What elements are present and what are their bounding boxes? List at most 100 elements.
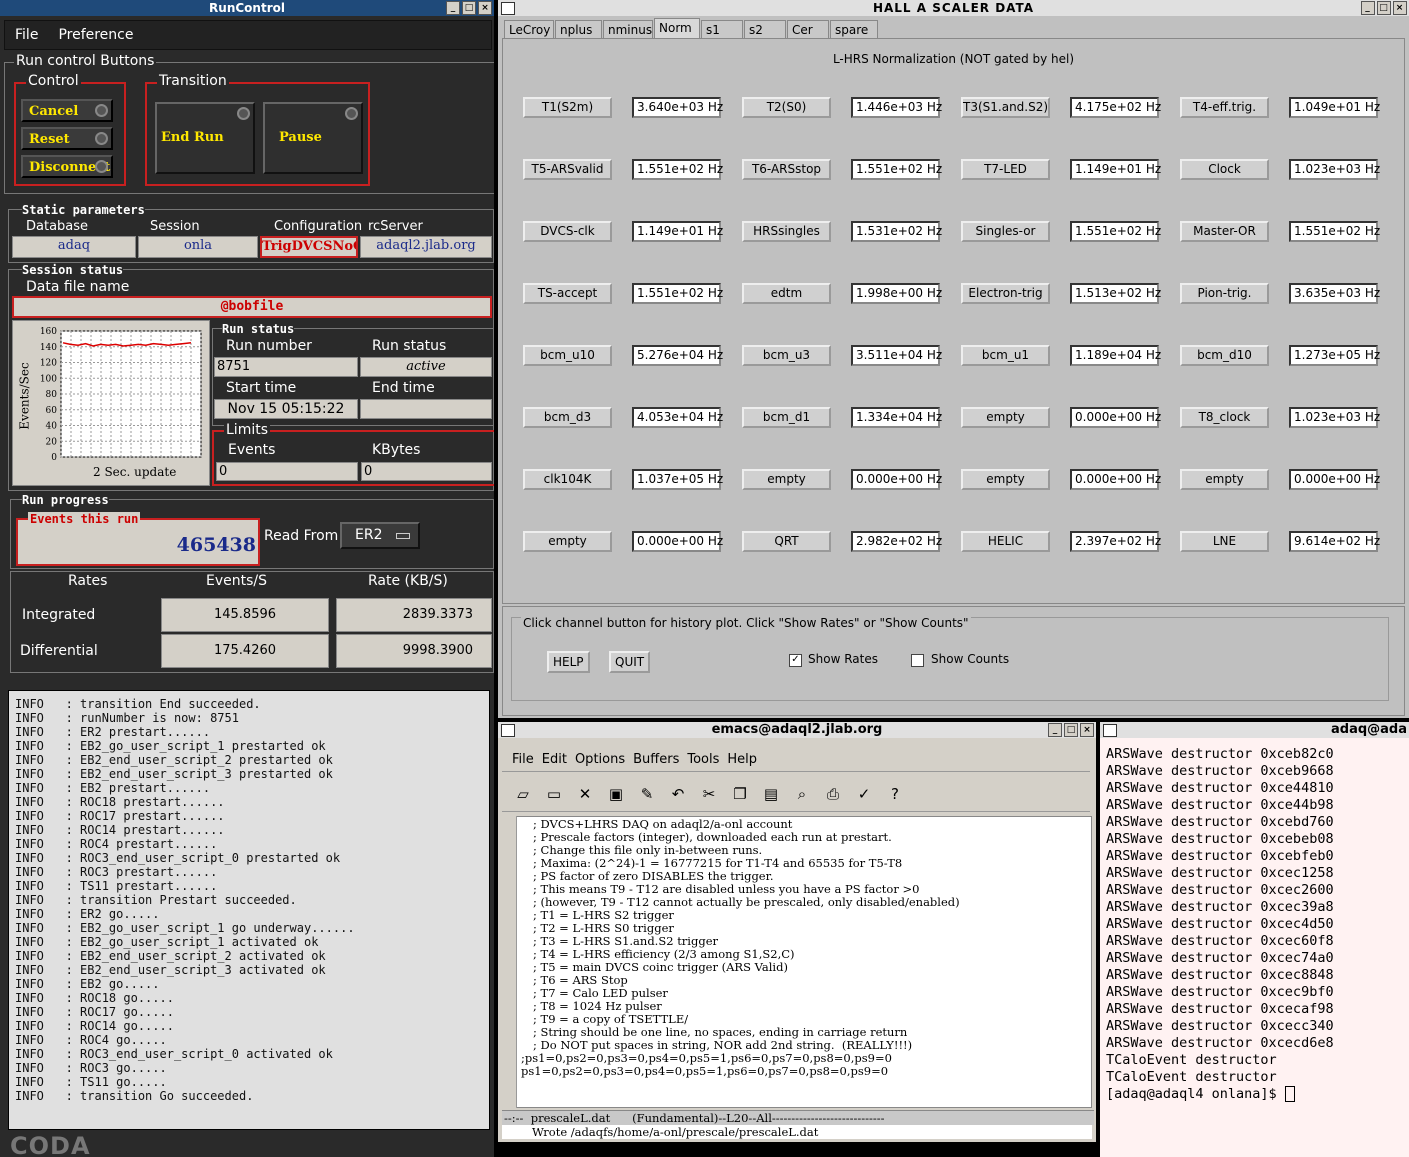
minimize-button[interactable]: _ — [446, 1, 460, 15]
open-folder-icon[interactable]: ▭ — [543, 783, 565, 805]
save-as-icon[interactable]: ✎ — [636, 783, 658, 805]
close-button[interactable]: × — [1393, 1, 1407, 15]
cancel-button[interactable]: Cancel — [21, 99, 113, 122]
channel-button[interactable]: T4-eff.trig. — [1180, 97, 1269, 118]
log-line: INFO : EB2_end_user_script_3 activated o… — [15, 963, 326, 977]
channel-button[interactable]: bcm_d1 — [742, 407, 831, 428]
channel-button[interactable]: LNE — [1180, 531, 1269, 552]
emacs-buffer[interactable]: ; DVCS+LHRS DAQ on adaql2/a-onl account;… — [502, 816, 1092, 1108]
runcontrol-titlebar[interactable]: RunControl _ □ × — [0, 0, 494, 16]
read-from-select[interactable]: ER2 — [340, 522, 420, 549]
channel-button[interactable]: empty — [961, 469, 1050, 490]
pause-button[interactable]: Pause — [263, 102, 363, 174]
menu-file[interactable]: File — [512, 752, 534, 767]
maximize-button[interactable]: □ — [1377, 1, 1391, 15]
log-line: INFO : ROC17 go..... — [15, 1005, 174, 1019]
search-icon[interactable]: ⌕ — [791, 783, 813, 805]
channel-button[interactable]: T3(S1.and.S2) — [961, 97, 1050, 118]
help-button[interactable]: HELP — [547, 651, 590, 673]
channel-button[interactable]: empty — [961, 407, 1050, 428]
tab-s2[interactable]: s2 — [744, 20, 786, 38]
emacs-title: emacs@adaql2.jlab.org — [711, 722, 883, 737]
channel-button[interactable]: Pion-trig. — [1180, 283, 1269, 304]
channel-button[interactable]: HRSsingles — [742, 221, 831, 242]
xterm-titlebar[interactable]: adaq@ada — [1100, 722, 1409, 738]
emacs-titlebar[interactable]: emacs@adaql2.jlab.org _ □ × — [498, 722, 1096, 738]
channel-button[interactable]: T6-ARSstop — [742, 159, 831, 180]
menu-buffers[interactable]: Buffers — [633, 752, 679, 767]
window-menu-icon[interactable] — [501, 2, 515, 15]
channel-button[interactable]: bcm_d10 — [1180, 345, 1269, 366]
channel-button[interactable]: bcm_u3 — [742, 345, 831, 366]
message-log[interactable]: INFO : transition End succeeded. INFO : r… — [8, 690, 490, 1130]
channel-button[interactable]: empty — [1180, 469, 1269, 490]
end-run-button[interactable]: End Run — [155, 102, 255, 174]
status-led-icon — [95, 160, 108, 173]
maximize-button[interactable]: □ — [1064, 723, 1078, 737]
tab-norm[interactable]: Norm — [654, 18, 700, 38]
paste-icon[interactable]: ▤ — [760, 783, 782, 805]
tab-cer[interactable]: Cer — [787, 20, 829, 38]
limit-events-input[interactable]: 0 — [216, 462, 358, 481]
emacs-scrollbar[interactable] — [502, 816, 517, 1108]
save-icon[interactable]: ▣ — [605, 783, 627, 805]
new-file-icon[interactable]: ▱ — [512, 783, 534, 805]
menu-edit[interactable]: Edit — [542, 752, 567, 767]
minimize-button[interactable]: _ — [1361, 1, 1375, 15]
channel-button[interactable]: empty — [523, 531, 612, 552]
window-menu-icon[interactable] — [1103, 724, 1117, 737]
show-rates-checkbox[interactable]: ✓ — [789, 654, 802, 667]
tab-nminus[interactable]: nminus — [603, 20, 653, 38]
xterm-output[interactable]: ARSWave destructor 0xceb82c0 ARSWave dest… — [1106, 746, 1334, 1103]
channel-button[interactable]: Clock — [1180, 159, 1269, 180]
close-buffer-icon[interactable]: ✕ — [574, 783, 596, 805]
channel-button[interactable]: clk104K — [523, 469, 612, 490]
minimize-button[interactable]: _ — [1048, 723, 1062, 737]
channel-button[interactable]: QRT — [742, 531, 831, 552]
channel-button[interactable]: bcm_u1 — [961, 345, 1050, 366]
channel-button[interactable]: Singles-or — [961, 221, 1050, 242]
channel-button[interactable]: T8_clock — [1180, 407, 1269, 428]
channel-button[interactable]: T5-ARSvalid — [523, 159, 612, 180]
integrated-rate-value: 2839.3373 — [336, 598, 492, 632]
menu-file[interactable]: File — [15, 27, 38, 43]
log-line: INFO : ROC18 go..... — [15, 991, 174, 1005]
channel-button[interactable]: T1(S2m) — [523, 97, 612, 118]
help-icon[interactable]: ? — [884, 783, 906, 805]
channel-button[interactable]: DVCS-clk — [523, 221, 612, 242]
preferences-icon[interactable]: ✓ — [853, 783, 875, 805]
channel-button[interactable]: T7-LED — [961, 159, 1050, 180]
channel-button[interactable]: TS-accept — [523, 283, 612, 304]
tab-nplus[interactable]: nplus — [555, 20, 602, 38]
channel-button[interactable]: Electron-trig — [961, 283, 1050, 304]
copy-icon[interactable]: ❐ — [729, 783, 751, 805]
channel-button[interactable]: bcm_u10 — [523, 345, 612, 366]
menu-preference[interactable]: Preference — [58, 27, 133, 43]
window-menu-icon[interactable] — [501, 724, 515, 737]
disconnect-button[interactable]: Disconnect — [21, 155, 113, 178]
print-icon[interactable]: ⎙ — [822, 783, 844, 805]
close-button[interactable]: × — [1080, 723, 1094, 737]
tab-spare[interactable]: spare — [830, 20, 878, 38]
channel-button[interactable]: bcm_d3 — [523, 407, 612, 428]
limit-kbytes-input[interactable]: 0 — [361, 462, 492, 481]
channel-button[interactable]: Master-OR — [1180, 221, 1269, 242]
tab-lecroy[interactable]: LeCroy — [504, 20, 554, 38]
close-button[interactable]: × — [478, 1, 492, 15]
cut-icon[interactable]: ✂ — [698, 783, 720, 805]
menu-options[interactable]: Options — [575, 752, 625, 767]
channel-button[interactable]: edtm — [742, 283, 831, 304]
maximize-button[interactable]: □ — [462, 1, 476, 15]
scaler-titlebar[interactable]: HALL A SCALER DATA _ □ × — [498, 0, 1409, 16]
channel-button[interactable]: HELIC — [961, 531, 1050, 552]
tab-s1[interactable]: s1 — [701, 20, 743, 38]
show-counts-checkbox[interactable] — [911, 654, 924, 667]
channel-button[interactable]: T2(S0) — [742, 97, 831, 118]
menu-tools[interactable]: Tools — [687, 752, 719, 767]
menu-help[interactable]: Help — [727, 752, 757, 767]
undo-icon[interactable]: ↶ — [667, 783, 689, 805]
quit-button[interactable]: QUIT — [609, 651, 651, 673]
channel-button[interactable]: empty — [742, 469, 831, 490]
emacs-minibuffer[interactable]: Wrote /adaqfs/home/a-onl/prescale/presca… — [502, 1125, 1092, 1139]
reset-button[interactable]: Reset — [21, 127, 113, 150]
